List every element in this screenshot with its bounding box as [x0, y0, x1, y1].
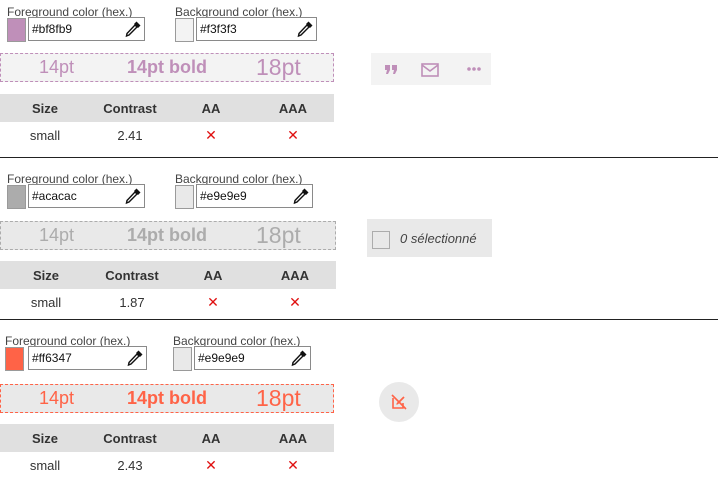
header-contrast: Contrast: [92, 261, 172, 289]
preview-18pt: 18pt: [256, 222, 301, 248]
background-color-swatch[interactable]: [175, 185, 194, 209]
fail-icon: ✕: [205, 456, 217, 473]
foreground-color-swatch[interactable]: [7, 185, 26, 209]
foreground-color-value[interactable]: #acacac: [32, 189, 77, 203]
preview-14pt: 14pt: [39, 57, 75, 77]
more-icon[interactable]: [466, 66, 482, 72]
header-size: Size: [0, 94, 90, 122]
background-color-swatch[interactable]: [175, 18, 194, 42]
header-aa: AA: [170, 94, 252, 122]
section-divider: [0, 157, 718, 158]
fail-icon: ✕: [287, 456, 299, 473]
table-row: small 1.87 ✕ ✕: [0, 289, 336, 315]
header-size: Size: [0, 424, 90, 452]
eyedropper-icon[interactable]: [292, 187, 310, 205]
selection-demo: 0 sélectionné: [367, 219, 492, 257]
background-color-swatch[interactable]: [173, 347, 192, 371]
foreground-color-swatch[interactable]: [5, 347, 24, 371]
foreground-color-value[interactable]: #bf8fb9: [32, 22, 72, 36]
eyedropper-icon[interactable]: [296, 20, 314, 38]
contrast-table: Size Contrast AA AAA small 1.87 ✕ ✕: [0, 261, 336, 315]
foreground-color-input[interactable]: #bf8fb9: [28, 17, 145, 41]
table-row: small 2.43 ✕ ✕: [0, 452, 334, 478]
preview-14pt-bold: 14pt bold: [127, 57, 207, 77]
fail-icon: ✕: [207, 293, 219, 310]
fail-icon: ✕: [205, 126, 217, 143]
fail-icon: ✕: [289, 293, 301, 310]
background-color-value[interactable]: #f3f3f3: [200, 22, 237, 36]
text-preview: 14pt 14pt bold 18pt: [0, 384, 334, 413]
foreground-color-value[interactable]: #ff6347: [32, 351, 72, 365]
foreground-color-swatch[interactable]: [7, 18, 26, 42]
toolbar-demo: [371, 53, 491, 85]
edit-off-button[interactable]: [379, 382, 419, 422]
header-size: Size: [0, 261, 92, 289]
table-header-row: Size Contrast AA AAA: [0, 261, 336, 289]
header-contrast: Contrast: [90, 424, 170, 452]
select-all-checkbox[interactable]: [372, 231, 390, 249]
edit-off-icon: [391, 394, 407, 410]
header-aaa: AAA: [254, 261, 336, 289]
text-preview: 14pt 14pt bold 18pt: [0, 53, 334, 82]
disabled-edit-demo: [379, 382, 421, 422]
header-contrast: Contrast: [90, 94, 170, 122]
preview-18pt: 18pt: [256, 385, 301, 411]
header-aa: AA: [170, 424, 252, 452]
cell-contrast: 2.41: [117, 127, 143, 143]
cell-contrast: 2.43: [117, 457, 143, 473]
cell-contrast: 1.87: [119, 294, 145, 310]
background-color-input[interactable]: #e9e9e9: [194, 346, 311, 370]
preview-14pt: 14pt: [39, 225, 75, 245]
text-preview: 14pt 14pt bold 18pt: [0, 221, 336, 250]
preview-14pt-bold: 14pt bold: [127, 388, 207, 408]
preview-14pt: 14pt: [39, 388, 75, 408]
eyedropper-icon[interactable]: [124, 20, 142, 38]
cell-size: small: [30, 294, 62, 310]
fail-icon: ✕: [287, 126, 299, 143]
background-color-value[interactable]: #e9e9e9: [198, 351, 245, 365]
header-aaa: AAA: [252, 424, 334, 452]
table-header-row: Size Contrast AA AAA: [0, 94, 334, 122]
header-aa: AA: [172, 261, 254, 289]
table-row: small 2.41 ✕ ✕: [0, 122, 334, 148]
foreground-color-input[interactable]: #acacac: [28, 184, 145, 208]
contrast-table: Size Contrast AA AAA small 2.41 ✕ ✕: [0, 94, 334, 148]
eyedropper-icon[interactable]: [124, 187, 142, 205]
table-header-row: Size Contrast AA AAA: [0, 424, 334, 452]
cell-size: small: [29, 127, 61, 143]
background-color-value[interactable]: #e9e9e9: [200, 189, 247, 203]
contrast-table: Size Contrast AA AAA small 2.43 ✕ ✕: [0, 424, 334, 478]
eyedropper-icon[interactable]: [290, 349, 308, 367]
selection-count-label: 0 sélectionné: [400, 231, 477, 246]
preview-14pt-bold: 14pt bold: [127, 225, 207, 245]
quote-icon[interactable]: [384, 62, 398, 76]
preview-18pt: 18pt: [256, 54, 301, 80]
mail-icon[interactable]: [421, 63, 439, 77]
background-color-input[interactable]: #f3f3f3: [196, 17, 317, 41]
background-color-input[interactable]: #e9e9e9: [196, 184, 313, 208]
section-divider: [0, 319, 718, 320]
foreground-color-input[interactable]: #ff6347: [28, 346, 147, 370]
cell-size: small: [29, 457, 61, 473]
eyedropper-icon[interactable]: [126, 349, 144, 367]
header-aaa: AAA: [252, 94, 334, 122]
